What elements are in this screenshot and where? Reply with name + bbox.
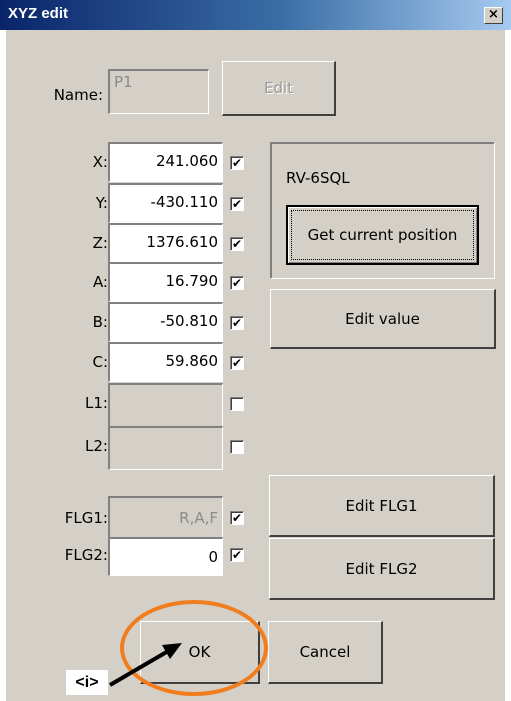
annotation-label: <i> [66, 670, 108, 695]
annotation-arrow [108, 643, 182, 687]
